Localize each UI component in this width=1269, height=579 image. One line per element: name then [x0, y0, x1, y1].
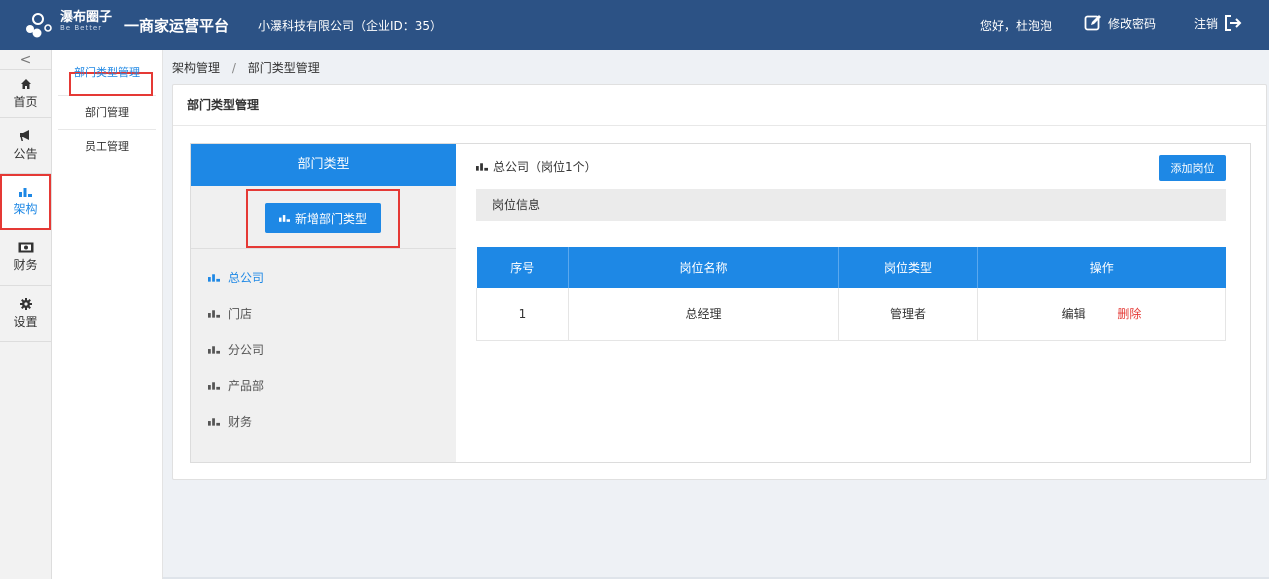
rail-item-label: 公告 — [13, 147, 38, 161]
rail-item-label: 设置 — [13, 314, 38, 329]
submenu-item-staff[interactable]: 员工管理 — [58, 130, 156, 164]
icon-rail: < 首页 公告 架构 财务 设置 — [0, 50, 52, 579]
dept-item-finance[interactable]: 财务 — [191, 403, 456, 439]
breadcrumb: 架构管理 / 部门类型管理 — [172, 59, 320, 76]
delete-link[interactable]: 删除 — [1117, 307, 1141, 321]
bar-chart-icon — [208, 381, 220, 390]
submenu-item-dept[interactable]: 部门管理 — [58, 96, 156, 130]
positions-table: 序号 岗位名称 岗位类型 操作 1 总经理 管理者 编辑 删除 — [476, 247, 1226, 341]
rail-item-label: 财务 — [13, 258, 38, 272]
money-icon — [18, 242, 33, 253]
add-dept-zone: 新增部门类型 — [191, 186, 456, 249]
rail-item-home[interactable]: 首页 — [0, 70, 51, 118]
dept-type-list: 总公司 门店 分公司 产品部 财务 — [191, 249, 456, 439]
cell-type: 管理者 — [838, 288, 978, 341]
positions-title-text: 总公司（岗位1个） — [493, 160, 597, 174]
col-actions: 操作 — [977, 247, 1226, 288]
change-password-link[interactable]: 修改密码 — [1084, 14, 1156, 32]
dept-item-label: 产品部 — [228, 378, 265, 393]
logo-icon — [26, 13, 52, 38]
top-header: 瀑布圈子 Be Better 一商家运营平台 小瀑科技有限公司（企业ID：35）… — [0, 0, 1269, 50]
megaphone-icon — [20, 130, 29, 141]
submenu: 部门类型管理 部门管理 员工管理 — [52, 50, 163, 579]
bar-chart-icon — [19, 188, 32, 197]
col-name: 岗位名称 — [568, 247, 839, 288]
dept-item-branch[interactable]: 分公司 — [191, 331, 456, 367]
dept-type-column: 部门类型 新增部门类型 总公司 门店 分公司 产品部 财务 — [191, 144, 456, 462]
panel-title: 部门类型管理 — [173, 85, 1266, 126]
main-panel: 部门类型管理 部门类型 新增部门类型 总公司 门店 分公司 产品部 财务 总公司… — [172, 84, 1267, 480]
logout-icon — [1225, 15, 1242, 31]
rail-item-label: 架构 — [13, 202, 38, 216]
user-greeting: 您好，杜泡泡 — [980, 19, 1053, 33]
position-info-bar: 岗位信息 — [476, 189, 1226, 221]
logout-label: 注销 — [1194, 16, 1219, 31]
bar-chart-icon — [208, 273, 220, 282]
edit-link[interactable]: 编辑 — [1062, 307, 1086, 321]
breadcrumb-separator: / — [231, 61, 236, 75]
cell-name: 总经理 — [568, 288, 839, 341]
home-icon — [20, 78, 31, 89]
col-index: 序号 — [476, 247, 569, 288]
breadcrumb-current: 部门类型管理 — [247, 61, 320, 75]
add-dept-type-button[interactable]: 新增部门类型 — [265, 203, 381, 233]
platform-title: 一商家运营平台 — [124, 17, 230, 35]
dept-item-product[interactable]: 产品部 — [191, 367, 456, 403]
positions-section: 总公司（岗位1个） 添加岗位 岗位信息 序号 岗位名称 岗位类型 操作 1 总经… — [456, 144, 1250, 462]
dept-item-label: 总公司 — [228, 270, 265, 285]
edit-icon — [1084, 15, 1101, 31]
add-position-button[interactable]: 添加岗位 — [1159, 155, 1226, 181]
dept-item-head-office[interactable]: 总公司 — [191, 259, 456, 295]
brand-name: 瀑布圈子 — [60, 10, 113, 25]
add-dept-type-label: 新增部门类型 — [294, 211, 367, 226]
logout-link[interactable]: 注销 — [1194, 14, 1242, 32]
bar-chart-icon — [208, 309, 220, 318]
breadcrumb-parent[interactable]: 架构管理 — [172, 61, 220, 75]
dept-item-store[interactable]: 门店 — [191, 295, 456, 331]
rail-item-announcement[interactable]: 公告 — [0, 118, 51, 174]
submenu-item-label: 部门类型管理 — [74, 66, 140, 79]
change-password-label: 修改密码 — [1108, 16, 1157, 31]
col-type: 岗位类型 — [838, 247, 978, 288]
table-row: 1 总经理 管理者 编辑 删除 — [476, 288, 1226, 341]
bar-chart-icon — [278, 215, 290, 222]
positions-title: 总公司（岗位1个） — [476, 158, 597, 175]
brand: 瀑布圈子 Be Better — [60, 11, 112, 32]
company-name: 小瀑科技有限公司（企业ID：35） — [258, 19, 443, 33]
table-header-row: 序号 岗位名称 岗位类型 操作 — [476, 247, 1226, 288]
brand-slogan: Be Better — [60, 24, 103, 32]
cell-actions: 编辑 删除 — [977, 288, 1226, 341]
rail-item-finance[interactable]: 财务 — [0, 230, 51, 286]
rail-item-structure[interactable]: 架构 — [0, 174, 51, 230]
gear-icon — [19, 297, 32, 310]
dept-item-label: 分公司 — [228, 342, 265, 357]
rail-item-label: 首页 — [13, 94, 38, 109]
bar-chart-icon — [476, 163, 488, 171]
dept-item-label: 财务 — [228, 414, 253, 429]
bar-chart-icon — [208, 417, 220, 426]
cell-index: 1 — [476, 288, 569, 341]
collapse-toggle[interactable]: < — [0, 50, 51, 70]
dept-type-header: 部门类型 — [191, 144, 456, 186]
content-box: 部门类型 新增部门类型 总公司 门店 分公司 产品部 财务 总公司（岗位1个） … — [190, 143, 1251, 463]
rail-item-settings[interactable]: 设置 — [0, 286, 51, 342]
bar-chart-icon — [208, 345, 220, 354]
dept-item-label: 门店 — [228, 306, 253, 321]
